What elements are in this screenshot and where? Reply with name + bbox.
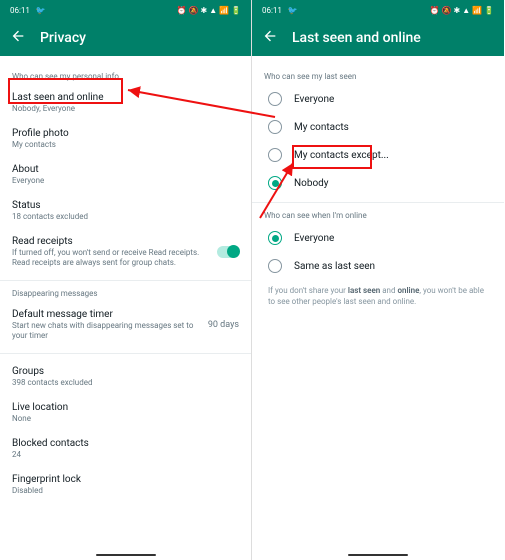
status-icons: ⏰ 🔕 ✱ ▲ 📶 🔋 — [177, 6, 241, 15]
section-header-personal: Who can see my personal info — [12, 72, 239, 81]
radio-icon — [268, 148, 282, 162]
item-about[interactable]: About Everyone — [12, 157, 239, 193]
item-sub: Nobody, Everyone — [12, 104, 239, 114]
nav-handle[interactable] — [96, 554, 156, 556]
item-title: Status — [12, 200, 239, 211]
divider — [0, 280, 251, 281]
radio-label: Same as last seen — [294, 261, 375, 272]
item-title: About — [12, 164, 239, 175]
radio-label: Everyone — [294, 233, 334, 244]
twitter-icon: 🐦 — [36, 6, 46, 15]
hint-text: If you don't share your last seen and on… — [264, 280, 492, 314]
status-icons: ⏰ 🔕 ✱ ▲ 📶 🔋 — [430, 6, 494, 15]
clock: 06:11 — [10, 6, 30, 15]
item-default-timer[interactable]: Default message timer Start new chats wi… — [12, 302, 239, 348]
item-title: Profile photo — [12, 128, 239, 139]
item-sub: 18 contacts excluded — [12, 212, 239, 222]
nav-handle[interactable] — [348, 554, 408, 556]
section-header-disappearing: Disappearing messages — [12, 289, 239, 298]
item-fingerprint[interactable]: Fingerprint lock Disabled — [12, 467, 239, 503]
item-sub: My contacts — [12, 140, 239, 150]
item-title: Last seen and online — [12, 92, 239, 103]
item-title: Read receipts — [12, 236, 209, 247]
radio-icon — [268, 259, 282, 273]
item-status[interactable]: Status 18 contacts excluded — [12, 193, 239, 229]
item-sub: If turned off, you won't send or receive… — [12, 248, 209, 268]
radio-label: Everyone — [294, 94, 334, 105]
divider — [252, 202, 504, 203]
page-title: Privacy — [40, 30, 86, 46]
item-sub: Disabled — [12, 486, 239, 496]
radio-same-as-lastseen[interactable]: Same as last seen — [264, 252, 492, 280]
radio-icon — [268, 120, 282, 134]
clock: 06:11 — [262, 6, 282, 15]
item-blocked[interactable]: Blocked contacts 24 — [12, 431, 239, 467]
back-icon[interactable] — [10, 28, 26, 48]
radio-online-everyone[interactable]: Everyone — [264, 224, 492, 252]
item-value: 90 days — [208, 320, 239, 330]
radio-label: My contacts — [294, 122, 349, 133]
radio-everyone[interactable]: Everyone — [264, 85, 492, 113]
section-header-online: Who can see when I'm online — [264, 211, 492, 220]
item-sub: Everyone — [12, 176, 239, 186]
radio-my-contacts[interactable]: My contacts — [264, 113, 492, 141]
privacy-screen: 06:11 🐦 ⏰ 🔕 ✱ ▲ 📶 🔋 Privacy Who can see m… — [0, 0, 252, 560]
radio-icon — [268, 231, 282, 245]
item-sub: 398 contacts excluded — [12, 378, 239, 388]
radio-nobody[interactable]: Nobody — [264, 169, 492, 197]
item-sub: None — [12, 414, 239, 424]
item-title: Live location — [12, 402, 239, 413]
section-header-lastseen: Who can see my last seen — [264, 72, 492, 81]
item-sub: Start new chats with disappearing messag… — [12, 321, 194, 341]
toggle-read-receipts[interactable] — [217, 246, 239, 258]
radio-label: My contacts except... — [294, 150, 389, 161]
item-profile-photo[interactable]: Profile photo My contacts — [12, 121, 239, 157]
page-title: Last seen and online — [292, 30, 421, 46]
last-seen-screen: 06:11🐦 ⏰ 🔕 ✱ ▲ 📶 🔋 Last seen and online … — [252, 0, 504, 560]
divider — [0, 353, 251, 354]
radio-icon — [268, 176, 282, 190]
twitter-icon: 🐦 — [288, 6, 298, 15]
item-title: Blocked contacts — [12, 438, 239, 449]
item-title: Fingerprint lock — [12, 474, 239, 485]
item-sub: 24 — [12, 450, 239, 460]
back-icon[interactable] — [262, 28, 278, 48]
app-bar: Last seen and online — [252, 20, 504, 56]
item-live-location[interactable]: Live location None — [12, 395, 239, 431]
app-bar: Privacy — [0, 20, 251, 56]
item-groups[interactable]: Groups 398 contacts excluded — [12, 359, 239, 395]
item-read-receipts[interactable]: Read receipts If turned off, you won't s… — [12, 229, 239, 275]
item-title: Groups — [12, 366, 239, 377]
radio-label: Nobody — [294, 178, 329, 189]
status-bar: 06:11 🐦 ⏰ 🔕 ✱ ▲ 📶 🔋 — [0, 0, 251, 20]
radio-icon — [268, 92, 282, 106]
radio-my-contacts-except[interactable]: My contacts except... — [264, 141, 492, 169]
item-last-seen[interactable]: Last seen and online Nobody, Everyone — [12, 85, 239, 121]
status-bar: 06:11 🐦 ⏰ 🔕 ✱ ▲ 📶 🔋 — [252, 0, 504, 20]
item-title: Default message timer — [12, 309, 194, 320]
